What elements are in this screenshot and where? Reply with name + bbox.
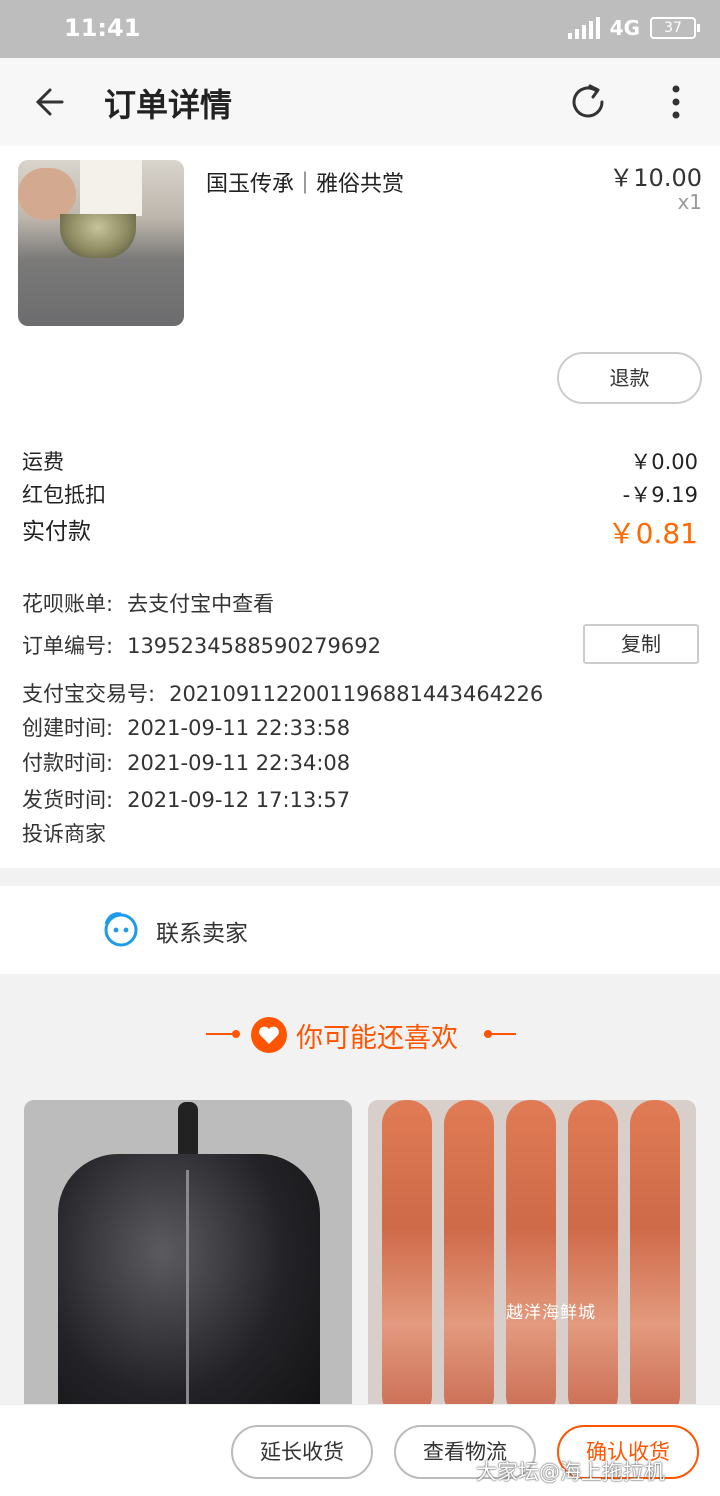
recommend-title: 你可能还喜欢 [296, 1023, 458, 1054]
item-thumbnail[interactable] [18, 160, 184, 326]
jacket-zipper [186, 1170, 189, 1420]
signal-icon [567, 17, 600, 39]
product-card-shrimp[interactable]: 越洋海鲜城 [368, 1100, 696, 1420]
shipped-row: 发货时间: 2021-09-12 17:13:57 [22, 784, 350, 814]
order-number-value: 1395234588590279692 [127, 634, 381, 658]
decor-dot-right [484, 1030, 492, 1038]
created-label: 创建时间: [22, 716, 114, 740]
paid-amount-label: 实付款 [22, 519, 91, 545]
shrimp-image-text: 越洋海鲜城 [506, 1303, 596, 1323]
watermark-text: 大家坛@海上拖拉机 [476, 1460, 665, 1484]
paid-amount-value: ￥0.81 [607, 517, 698, 550]
huabei-row: 花呗账单: 去支付宝中查看 [22, 588, 274, 618]
shrimp-image [630, 1100, 680, 1420]
product-card-jacket[interactable] [24, 1100, 352, 1420]
created-row: 创建时间: 2021-09-11 22:33:58 [22, 712, 350, 742]
arrow-left-icon[interactable] [32, 82, 72, 122]
network-type: 4G [609, 16, 640, 40]
item-quantity: x1 [677, 190, 702, 214]
alipay-value: 2021091122001196881443464226 [169, 682, 544, 706]
shrimp-image [444, 1100, 494, 1420]
thumbnail-hand [18, 168, 76, 220]
shrimp-image [382, 1100, 432, 1420]
status-icons: 4G 37 [567, 16, 700, 40]
shrimp-image [506, 1100, 556, 1420]
item-price: ￥10.00 [609, 164, 702, 192]
red-packet-value: -￥9.19 [622, 483, 698, 507]
battery-icon: 37 [650, 17, 700, 39]
more-vertical-icon[interactable] [662, 82, 690, 122]
alipay-label: 支付宝交易号: [22, 682, 156, 706]
hanger-hook [178, 1102, 198, 1162]
refund-button[interactable]: 退款 [557, 352, 702, 404]
nav-bar: 订单详情 [0, 58, 720, 146]
refresh-icon[interactable] [566, 80, 610, 124]
thumbnail-pot [60, 214, 136, 258]
thumbnail-paper [80, 160, 142, 216]
complain-link[interactable]: 投诉商家 [22, 818, 106, 848]
order-number-row: 订单编号: 1395234588590279692 [22, 630, 381, 660]
extend-receipt-button[interactable]: 延长收货 [231, 1425, 373, 1479]
shipped-value: 2021-09-12 17:13:57 [127, 788, 351, 812]
jacket-image [58, 1154, 320, 1420]
status-time: 11:41 [64, 14, 141, 42]
shipped-label: 发货时间: [22, 788, 114, 812]
shrimp-image [568, 1100, 618, 1420]
order-number-label: 订单编号: [22, 634, 114, 658]
alipay-row: 支付宝交易号: 2021091122001196881443464226 [22, 678, 543, 708]
item-name[interactable]: 国玉传承｜雅俗共赏 [206, 166, 404, 198]
paid-time-value: 2021-09-11 22:34:08 [127, 751, 351, 775]
status-bar: 11:41 4G 37 [0, 0, 720, 58]
huabei-link[interactable]: 去支付宝中查看 [127, 592, 274, 616]
battery-level: 37 [664, 20, 682, 36]
paid-time-row: 付款时间: 2021-09-11 22:34:08 [22, 747, 350, 777]
chat-face-icon[interactable] [102, 910, 140, 948]
decor-dot-left [232, 1030, 240, 1038]
created-value: 2021-09-11 22:33:58 [127, 716, 351, 740]
shipping-fee-label: 运费 [22, 450, 64, 474]
red-packet-label: 红包抵扣 [22, 483, 106, 507]
heart-icon [251, 1017, 287, 1053]
copy-button[interactable]: 复制 [583, 624, 699, 664]
shipping-fee-value: ￥0.00 [630, 450, 698, 474]
contact-seller-label[interactable]: 联系卖家 [156, 914, 248, 948]
paid-time-label: 付款时间: [22, 751, 114, 775]
page-title: 订单详情 [104, 86, 233, 124]
huabei-label: 花呗账单: [22, 592, 114, 616]
